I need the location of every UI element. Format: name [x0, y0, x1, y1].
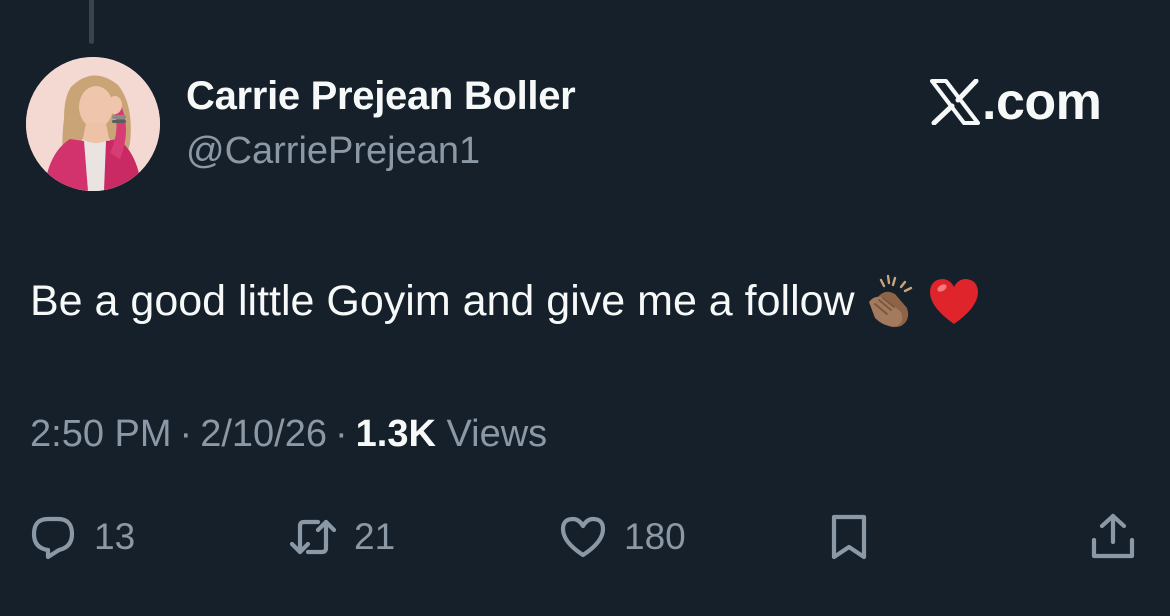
share-button[interactable] [1088, 505, 1138, 569]
meta-separator: · [179, 413, 193, 455]
avatar[interactable] [26, 57, 160, 191]
bookmark-button[interactable] [824, 505, 874, 569]
thread-connector-line [89, 0, 94, 44]
tweet-time[interactable]: 2:50 PM [30, 413, 172, 455]
brand-watermark: .com [930, 72, 1102, 132]
author-handle[interactable]: @CarriePrejean1 [186, 130, 480, 173]
like-count: 180 [624, 516, 686, 557]
reply-count: 13 [94, 516, 136, 557]
author-display-name[interactable]: Carrie Prejean Boller [186, 74, 576, 119]
tweet-text: Be a good little Goyim and give me a fol… [30, 276, 855, 325]
like-button[interactable]: 180 [558, 505, 686, 569]
meta-separator: · [334, 413, 348, 455]
heart-icon [560, 516, 606, 558]
x-logo-icon [930, 79, 980, 125]
repost-icon [289, 519, 337, 555]
brand-domain-text: .com [982, 73, 1102, 131]
tweet-meta: 2:50 PM · 2/10/26 · 1.3K Views [30, 413, 547, 456]
views-count: 1.3K [355, 413, 436, 455]
red-heart-emoji-icon [929, 279, 978, 324]
tweet-date[interactable]: 2/10/26 [200, 413, 327, 455]
repost-count: 21 [354, 516, 396, 557]
repost-button[interactable]: 21 [288, 505, 395, 569]
clapping-hands-emoji-icon [868, 274, 912, 328]
views-label: Views [446, 413, 548, 455]
reply-button[interactable]: 13 [28, 505, 135, 569]
bookmark-icon [831, 514, 867, 560]
tweet-body: Be a good little Goyim and give me a fol… [30, 272, 983, 330]
tweet-action-bar: 13 21 180 [0, 505, 1170, 569]
share-icon [1091, 513, 1135, 559]
reply-icon [31, 516, 75, 560]
avatar-image [26, 57, 160, 191]
